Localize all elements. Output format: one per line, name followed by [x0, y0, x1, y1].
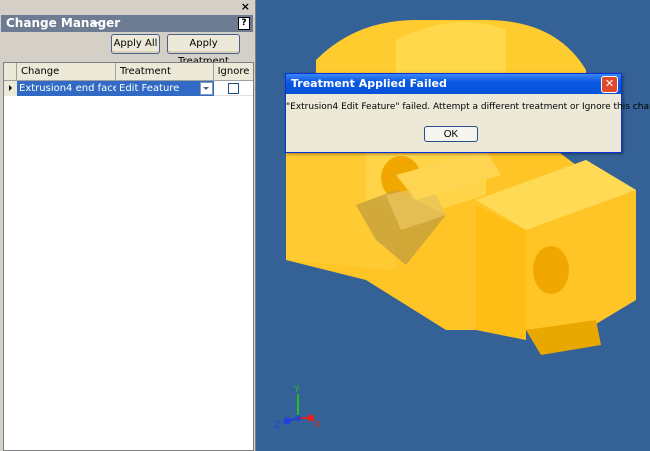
- apply-treatment-button[interactable]: Apply Treatment: [167, 34, 240, 67]
- ignore-checkbox[interactable]: [228, 83, 239, 94]
- close-icon[interactable]: ✕: [601, 76, 618, 93]
- apply-all-button[interactable]: Apply All: [111, 34, 160, 54]
- column-header-change[interactable]: Change: [17, 63, 116, 80]
- chevron-down-icon: [203, 87, 209, 90]
- changes-grid: Change Treatment Ignore Extrusion4 end f…: [3, 62, 254, 451]
- ok-button[interactable]: OK: [424, 126, 478, 142]
- axis-x-label: X: [314, 420, 320, 430]
- panel-close-icon[interactable]: ×: [241, 1, 250, 13]
- change-manager-panel: × Change Manager ? Apply All Apply Treat…: [0, 0, 256, 451]
- row-pointer-icon: [9, 85, 12, 91]
- column-header-treatment[interactable]: Treatment: [116, 63, 214, 80]
- cell-change[interactable]: Extrusion4 end face m...: [17, 81, 116, 96]
- dialog-title-bar[interactable]: Treatment Applied Failed ✕: [286, 74, 621, 94]
- chevron-down-icon[interactable]: [91, 22, 99, 26]
- cell-ignore: [214, 81, 253, 96]
- panel-title-bar[interactable]: Change Manager ?: [1, 15, 253, 32]
- grid-corner-cell: [4, 63, 17, 80]
- part-model-render: Y X Z: [274, 20, 636, 431]
- grid-header: Change Treatment Ignore: [4, 63, 253, 81]
- dialog-message: "Extrusion4 Edit Feature" failed. Attemp…: [286, 102, 650, 112]
- panel-title: Change Manager: [6, 16, 121, 30]
- axis-z-label: Z: [274, 421, 280, 431]
- model-viewport[interactable]: Y X Z: [256, 0, 650, 451]
- axis-y-label: Y: [293, 385, 300, 395]
- row-indicator[interactable]: [4, 81, 18, 96]
- treatment-failed-dialog: Treatment Applied Failed ✕ "Extrusion4 E…: [285, 73, 650, 153]
- column-header-ignore[interactable]: Ignore: [214, 63, 253, 80]
- treatment-select-value: Edit Feature: [119, 83, 180, 94]
- dialog-title: Treatment Applied Failed: [291, 77, 447, 90]
- panel-top-strip: ×: [0, 0, 255, 15]
- treatment-select[interactable]: Edit Feature: [116, 81, 214, 96]
- treatment-dropdown-button[interactable]: [200, 82, 213, 95]
- table-row[interactable]: Extrusion4 end face m... Edit Feature: [4, 81, 253, 96]
- help-icon[interactable]: ?: [238, 17, 250, 30]
